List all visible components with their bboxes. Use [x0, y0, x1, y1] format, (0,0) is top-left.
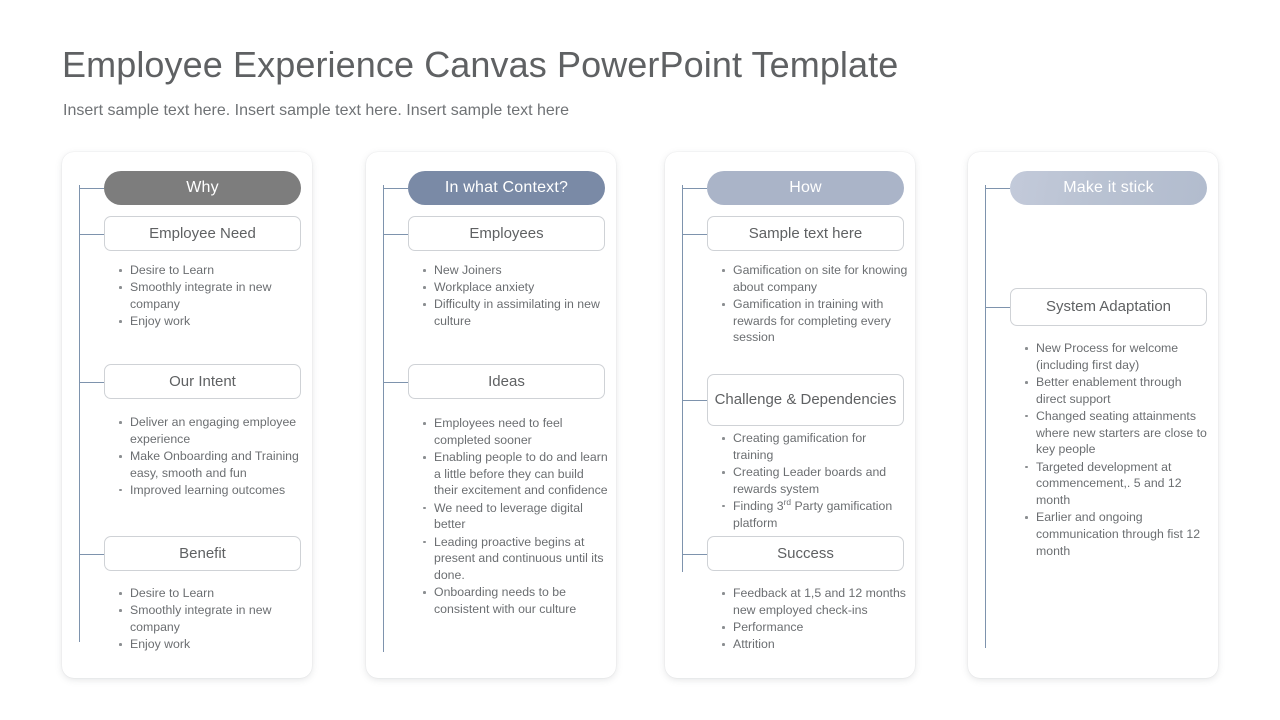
- section-bullet-list: New Joiners Workplace anxiety Difficulty i…: [422, 262, 610, 330]
- bullet-item: Finding 3rd Party gamification platform: [721, 498, 909, 531]
- section-bullet-list: Desire to Learn Smoothly integrate in new…: [118, 585, 306, 653]
- canvas-column-content: In what Context? Employees New Joiners Work…: [408, 152, 616, 678]
- connector-stub: [985, 188, 1010, 189]
- bullet-item: Gamification in training with rewards fo…: [721, 296, 909, 346]
- section-title-label: Success: [777, 544, 834, 562]
- column-header-pill[interactable]: In what Context?: [408, 171, 605, 205]
- connector-stub: [79, 233, 104, 235]
- section-title-label: Challenge & Dependencies: [714, 391, 897, 409]
- bullet-item: Attrition: [721, 636, 909, 653]
- bullet-item: Enjoy work: [118, 636, 306, 653]
- column-header-pill[interactable]: How: [707, 171, 904, 205]
- bullet-item: New Joiners: [422, 262, 610, 279]
- bullet-item: Better enablement through direct support: [1024, 374, 1212, 407]
- section-title-label: Our Intent: [169, 372, 236, 390]
- connector-stub: [682, 553, 707, 555]
- section-title-label: System Adaptation: [1045, 298, 1172, 316]
- bullet-item: Deliver an engaging employee experience: [118, 414, 306, 447]
- section-bullet-list: Deliver an engaging employee experience M…: [118, 414, 306, 499]
- section-bullet-list: New Process for welcome (including first…: [1024, 340, 1212, 560]
- canvas-column-content: Make it stick System Adaptation New Proces…: [1010, 152, 1218, 678]
- bullet-item: Leading proactive begins at present and …: [422, 534, 610, 584]
- section-title-box[interactable]: Success: [707, 536, 904, 571]
- bullet-item: Enjoy work: [118, 313, 306, 330]
- connector-stub: [985, 307, 1010, 308]
- section-title-box[interactable]: Benefit: [104, 536, 301, 571]
- column-header-pill[interactable]: Make it stick: [1010, 171, 1207, 205]
- canvas-column-card: How Sample text here Gamification on site …: [665, 152, 915, 678]
- column-header-label: Why: [186, 179, 219, 196]
- canvas-column-content: How Sample text here Gamification on site …: [707, 152, 915, 678]
- bullet-item: Changed seating attainments where new st…: [1024, 408, 1212, 458]
- section-title-box[interactable]: Challenge & Dependencies: [707, 374, 904, 426]
- bullet-item: Onboarding needs to be consistent with o…: [422, 584, 610, 617]
- connector-stub: [682, 188, 707, 189]
- bullet-item: Make Onboarding and Training easy, smoot…: [118, 448, 306, 481]
- canvas-column-card: In what Context? Employees New Joiners Work…: [366, 152, 616, 678]
- column-header-label: In what Context?: [444, 179, 569, 196]
- bullet-item: Gamification on site for knowing about c…: [721, 262, 909, 295]
- connector-stub: [383, 381, 408, 383]
- section-title-box[interactable]: Our Intent: [104, 364, 301, 399]
- column-header-pill[interactable]: Why: [104, 171, 301, 205]
- canvas-column-card: Make it stick System Adaptation New Proces…: [968, 152, 1218, 678]
- section-title-label: Employees: [469, 224, 544, 242]
- connector-stub: [682, 233, 707, 235]
- connector-line-vertical: [79, 185, 80, 642]
- connector-stub: [79, 188, 104, 189]
- section-title-box[interactable]: Employees: [408, 216, 605, 251]
- connector-stub: [79, 381, 104, 383]
- section-title-box[interactable]: Employee Need: [104, 216, 301, 251]
- connector-stub: [383, 233, 408, 235]
- bullet-item: New Process for welcome (including first…: [1024, 340, 1212, 373]
- section-bullet-list: Creating gamification for training Creati…: [721, 430, 909, 532]
- bullet-item: Smoothly integrate in new company: [118, 279, 306, 312]
- bullet-item: Creating Leader boards and rewards syste…: [721, 464, 909, 497]
- section-title-label: Employee Need: [149, 224, 256, 242]
- bullet-item: Workplace anxiety: [422, 279, 610, 296]
- canvas-column-content: Why Employee Need Desire to Learn Smoothly …: [104, 152, 312, 678]
- bullet-item: Targeted development at commencement,. 5…: [1024, 459, 1212, 509]
- bullet-item: Employees need to feel completed sooner: [422, 415, 610, 448]
- bullet-item: Enabling people to do and learn a little…: [422, 449, 610, 499]
- connector-stub: [79, 553, 104, 555]
- canvas-columns: Why Employee Need Desire to Learn Smoothly …: [0, 152, 1280, 682]
- connector-stub: [383, 188, 408, 189]
- section-title-box[interactable]: System Adaptation: [1010, 288, 1207, 326]
- section-title-box[interactable]: Sample text here: [707, 216, 904, 251]
- bullet-item: Improved learning outcomes: [118, 482, 306, 499]
- connector-line-vertical: [383, 185, 384, 652]
- bullet-item: Feedback at 1,5 and 12 months new employ…: [721, 585, 909, 618]
- page-subtitle: Insert sample text here. Insert sample t…: [63, 102, 570, 119]
- bullet-item: Desire to Learn: [118, 585, 306, 602]
- section-title-label: Sample text here: [748, 224, 863, 242]
- section-bullet-list: Feedback at 1,5 and 12 months new employ…: [721, 585, 909, 653]
- section-title-box[interactable]: Ideas: [408, 364, 605, 399]
- connector-line-vertical: [682, 185, 683, 572]
- column-header-label: Make it stick: [1063, 179, 1154, 196]
- section-bullet-list: Employees need to feel completed sooner E…: [422, 415, 610, 618]
- section-title-label: Benefit: [179, 544, 226, 562]
- bullet-item: Earlier and ongoing communication throug…: [1024, 509, 1212, 559]
- bullet-item: Desire to Learn: [118, 262, 306, 279]
- connector-stub: [682, 400, 707, 401]
- bullet-item: We need to leverage digital better: [422, 500, 610, 533]
- bullet-item: Creating gamification for training: [721, 430, 909, 463]
- column-header-label: How: [789, 179, 822, 196]
- page-title: Employee Experience Canvas PowerPoint Te…: [62, 44, 899, 85]
- canvas-column-card: Why Employee Need Desire to Learn Smoothly …: [62, 152, 312, 678]
- section-title-label: Ideas: [488, 372, 525, 390]
- bullet-item: Smoothly integrate in new company: [118, 602, 306, 635]
- section-bullet-list: Desire to Learn Smoothly integrate in new…: [118, 262, 306, 330]
- section-bullet-list: Gamification on site for knowing about c…: [721, 262, 909, 347]
- connector-line-vertical: [985, 185, 986, 648]
- bullet-item: Difficulty in assimilating in new cultur…: [422, 296, 610, 329]
- bullet-item: Performance: [721, 619, 909, 636]
